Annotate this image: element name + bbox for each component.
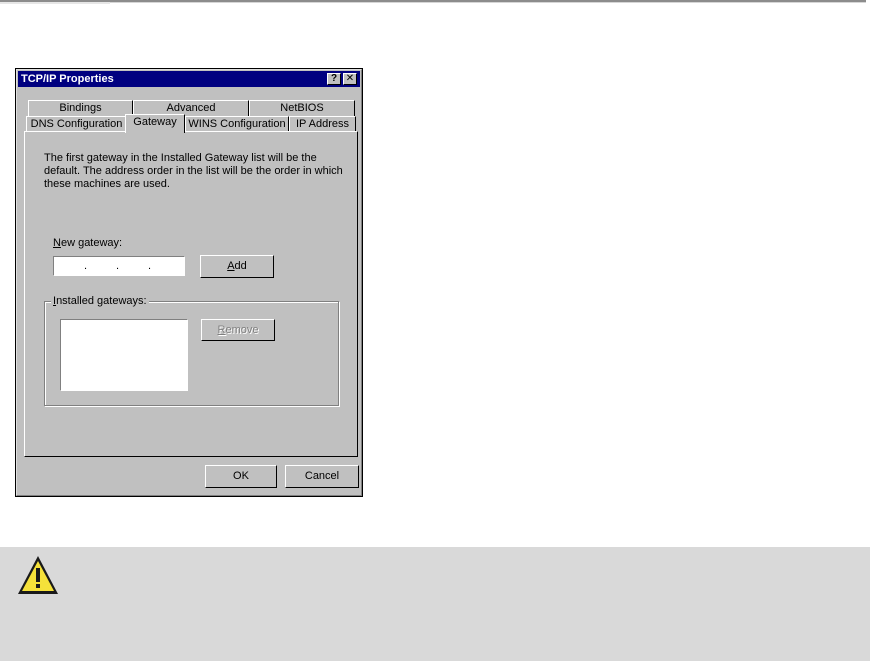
- ip-separator: .: [116, 260, 120, 272]
- title-bar[interactable]: TCP/IP Properties ? ✕: [18, 71, 360, 87]
- ok-button[interactable]: OK: [205, 465, 277, 488]
- button-label: dd: [234, 260, 247, 272]
- tab-wins-configuration[interactable]: WINS Configuration: [185, 116, 289, 132]
- button-label: emove: [225, 324, 259, 336]
- top-divider-shadow: [0, 2, 110, 4]
- tab-gateway[interactable]: Gateway: [125, 114, 185, 133]
- page: TCP/IP Properties ? ✕ Bindings Advanced …: [0, 0, 870, 661]
- tab-label: IP Address: [296, 118, 349, 130]
- tab-label: DNS Configuration: [30, 118, 123, 130]
- tab-label: WINS Configuration: [188, 118, 286, 130]
- tab-ip-address[interactable]: IP Address: [289, 116, 356, 132]
- close-icon: ✕: [345, 73, 355, 84]
- help-button[interactable]: ?: [327, 73, 341, 85]
- installed-gateways-list[interactable]: [60, 319, 188, 391]
- new-gateway-label: New gateway:: [53, 237, 122, 249]
- tab-label: Bindings: [59, 102, 102, 114]
- tab-label: Advanced: [166, 102, 216, 114]
- access-key: A: [227, 260, 235, 272]
- dialog-title: TCP/IP Properties: [21, 73, 114, 85]
- tab-label: NetBIOS: [280, 102, 324, 114]
- label-text: nstalled gateways:: [56, 295, 147, 307]
- label-text: ew gateway:: [60, 237, 123, 249]
- add-button[interactable]: Add: [200, 255, 274, 278]
- cancel-button[interactable]: Cancel: [285, 465, 359, 488]
- installed-gateways-label: Installed gateways:: [51, 295, 149, 307]
- installed-gateways-group: Installed gateways: Remove: [44, 295, 339, 406]
- new-gateway-ip-field[interactable]: . . .: [53, 256, 185, 276]
- ip-separator: .: [148, 260, 152, 272]
- close-button[interactable]: ✕: [343, 73, 357, 85]
- tab-netbios[interactable]: NetBIOS: [249, 100, 355, 117]
- access-key: N: [53, 237, 61, 249]
- caution-band: [0, 547, 870, 661]
- tab-label: Gateway: [133, 116, 177, 128]
- tab-dns-configuration[interactable]: DNS Configuration: [26, 116, 127, 132]
- ip-separator: .: [84, 260, 88, 272]
- tab-bindings[interactable]: Bindings: [28, 100, 133, 117]
- gateway-description: The first gateway in the Installed Gatew…: [44, 152, 343, 190]
- top-divider: [0, 0, 866, 3]
- tcpip-properties-dialog: TCP/IP Properties ? ✕ Bindings Advanced …: [15, 68, 363, 497]
- warning-icon: [18, 556, 58, 594]
- remove-button[interactable]: Remove: [201, 319, 275, 341]
- gateway-tab-panel: The first gateway in the Installed Gatew…: [24, 131, 358, 457]
